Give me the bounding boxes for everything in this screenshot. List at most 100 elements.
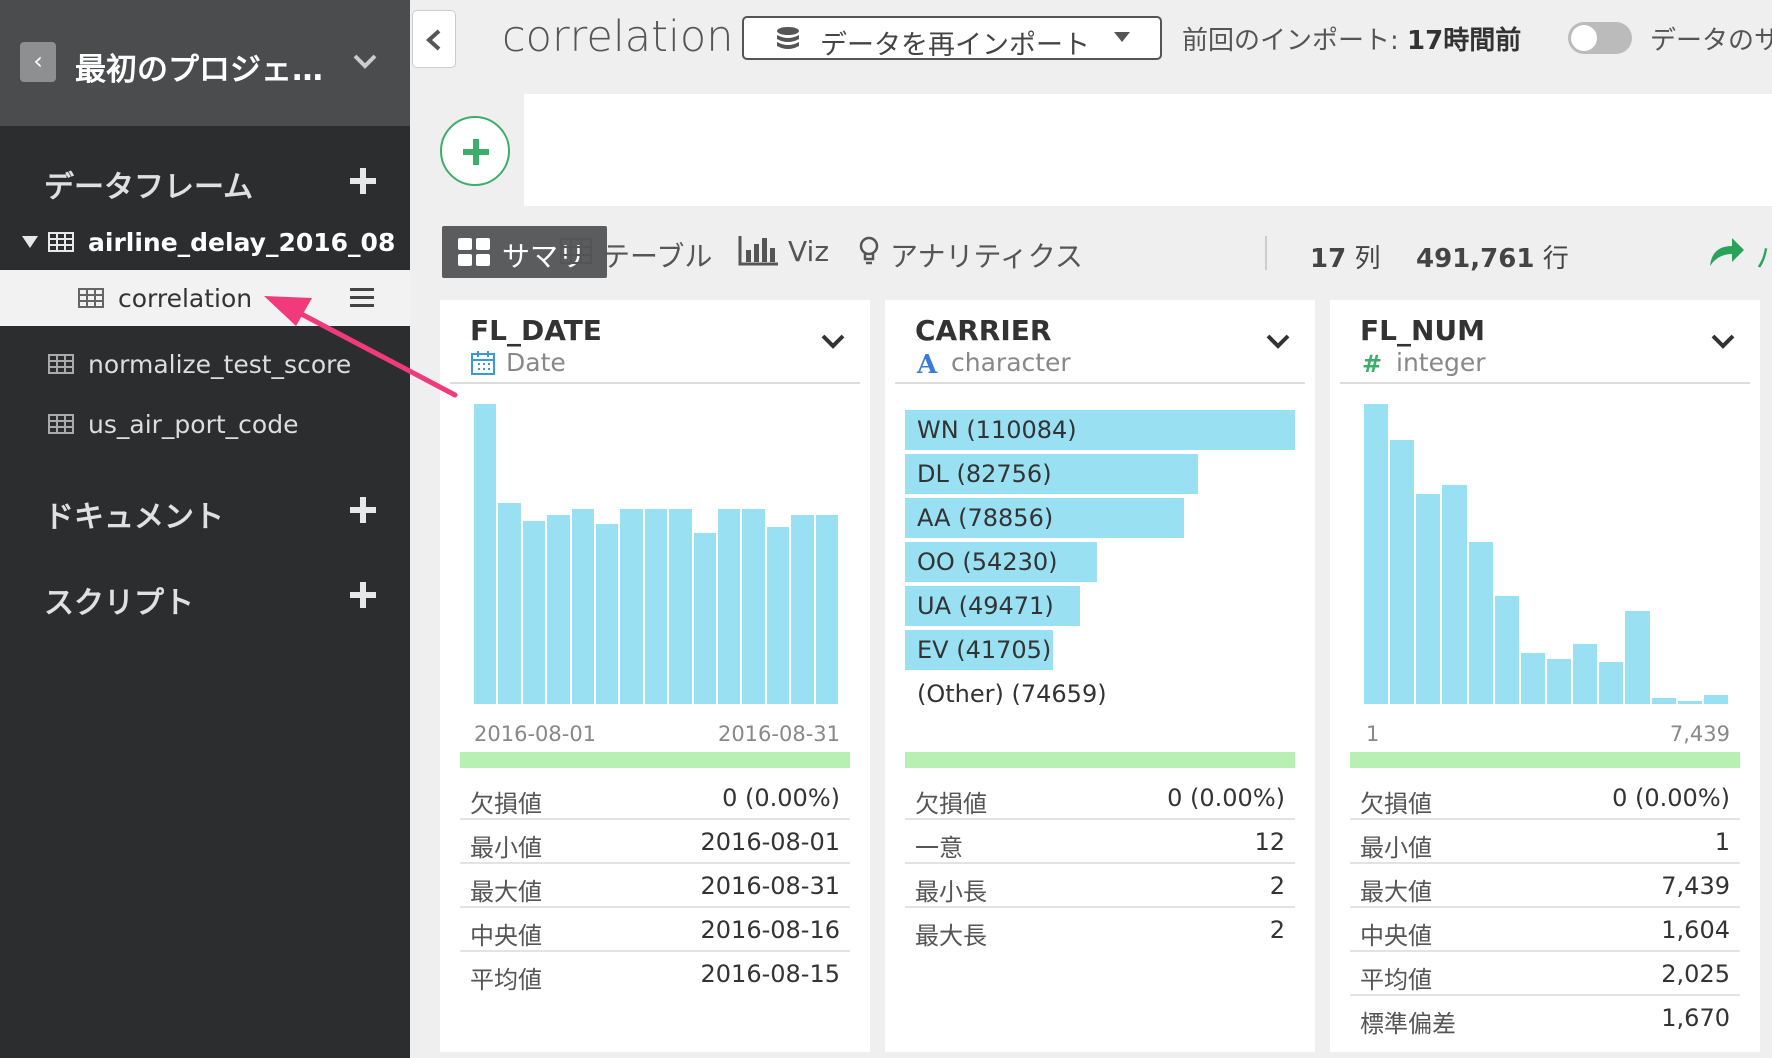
histogram-bar <box>1494 596 1519 704</box>
stat-key: 最小長 <box>915 878 987 906</box>
histogram <box>1364 404 1728 704</box>
stat-key: 最大長 <box>915 922 987 950</box>
stat-key: 最小値 <box>470 834 542 862</box>
column-card-carrier: CARRIER A character WN (110084) DL (82756… <box>885 300 1315 1052</box>
add-step-button[interactable] <box>440 116 510 186</box>
last-import-prefix: 前回のインポート: <box>1182 26 1408 56</box>
sync-toggle[interactable] <box>1568 22 1632 54</box>
category-bar[interactable]: WN (110084) <box>905 410 1295 450</box>
stat-value: 2,025 <box>1661 960 1730 988</box>
stat-key: 欠損値 <box>1360 790 1432 818</box>
section-dataframes: データフレーム <box>44 170 254 205</box>
collapse-sidebar-button[interactable] <box>412 10 456 68</box>
histogram-bar <box>498 503 521 704</box>
tab-table-label: テーブル <box>602 240 713 273</box>
histogram-bar <box>1677 701 1702 704</box>
histogram-bar <box>522 521 546 704</box>
histogram-bar <box>669 509 692 704</box>
stat-value: 0 (0.00%) <box>1167 784 1285 812</box>
database-icon <box>777 27 799 49</box>
axis-max-label: 2016-08-31 <box>717 722 840 746</box>
histogram-bar <box>1364 404 1389 704</box>
svg-text:A: A <box>916 350 938 376</box>
stat-row: 最小長 2 <box>905 864 1295 908</box>
stat-row: 中央値 1,604 <box>1350 908 1740 952</box>
category-bar[interactable]: DL (82756) <box>905 454 1295 494</box>
chevron-down-icon[interactable] <box>820 330 846 352</box>
caret-down-icon <box>1114 32 1130 42</box>
add-dataframe-icon[interactable] <box>350 168 376 194</box>
histogram-bar <box>815 515 838 704</box>
category-bar[interactable]: EV (41705) <box>905 630 1295 670</box>
histogram-bar <box>718 509 741 704</box>
chevron-down-icon[interactable] <box>1710 330 1736 352</box>
stat-row: 最小値 2016-08-01 <box>460 820 850 864</box>
stat-key: 欠損値 <box>915 790 987 818</box>
integer-icon: # <box>1362 350 1382 376</box>
table-icon <box>48 354 74 374</box>
top-bar: correlation データを再インポート 前回のインポート: 17時間前 デ… <box>410 0 1772 80</box>
histogram-bar <box>1520 653 1545 704</box>
column-name: FL_DATE <box>470 314 602 347</box>
category-bar[interactable]: OO (54230) <box>905 542 1295 582</box>
add-document-icon[interactable] <box>350 497 376 523</box>
stat-row: 平均値 2016-08-15 <box>460 952 850 996</box>
histogram-bar <box>1651 698 1676 704</box>
annotation-arrow <box>264 296 458 398</box>
view-tabs: サマリ テーブル Viz アナリティクス 17 列 491,761 行 パ <box>410 222 1772 282</box>
column-type: integer <box>1396 348 1486 377</box>
column-count-value: 17 <box>1310 244 1347 274</box>
stat-row: 最大値 7,439 <box>1350 864 1740 908</box>
chevron-down-icon[interactable] <box>1265 330 1291 352</box>
category-label: AA (78856) <box>917 504 1054 532</box>
tab-analytics[interactable]: アナリティクス <box>858 226 1098 278</box>
parent-dataframe-label: airline_delay_2016_08 <box>88 228 396 257</box>
column-count-unit: 列 <box>1354 244 1381 274</box>
grid-icon <box>458 238 490 266</box>
stat-value: 2016-08-31 <box>700 872 840 900</box>
reimport-button[interactable]: データを再インポート <box>742 16 1162 61</box>
share-arrow-icon[interactable] <box>1706 234 1746 268</box>
column-count: 17 列 <box>1310 238 1380 275</box>
valid-data-bar <box>1350 752 1740 768</box>
tab-table[interactable]: テーブル <box>560 226 730 278</box>
column-card-fl-num: FL_NUM # integer 1 7,439 欠損値 0 (0.00%) 最小値… <box>1330 300 1760 1052</box>
table-icon <box>78 288 104 308</box>
stat-value: 1 <box>1714 828 1730 856</box>
row-count-unit: 行 <box>1542 244 1569 274</box>
project-header[interactable]: ‹ 最初のプロジェ… <box>0 0 410 126</box>
project-name[interactable]: 最初のプロジェ… <box>75 44 323 89</box>
histogram-bar <box>1599 662 1624 704</box>
tree-item-parent-dataframe[interactable]: airline_delay_2016_08 <box>0 214 410 270</box>
step-area <box>524 94 1772 206</box>
histogram-bar <box>791 515 814 704</box>
histogram-bar <box>1547 659 1572 704</box>
category-bar[interactable]: AA (78856) <box>905 498 1295 538</box>
histogram <box>474 404 838 704</box>
axis-min-label: 1 <box>1366 722 1380 746</box>
add-script-icon[interactable] <box>350 582 376 608</box>
tab-analytics-label: アナリティクス <box>890 240 1083 273</box>
table-icon <box>48 232 74 252</box>
table-icon <box>560 238 592 264</box>
category-bar[interactable]: (Other) (74659) <box>905 674 1295 714</box>
back-button[interactable]: ‹ <box>20 42 56 82</box>
share-label[interactable]: パ <box>1756 236 1772 276</box>
caret-down-icon[interactable] <box>22 236 38 248</box>
divider <box>1265 236 1267 270</box>
tab-viz[interactable]: Viz <box>738 226 838 278</box>
histogram-bar <box>596 524 619 704</box>
stat-value: 1,670 <box>1661 1004 1730 1032</box>
chevron-down-icon[interactable] <box>352 48 378 74</box>
reimport-label: データを再インポート <box>820 30 1090 61</box>
stat-row: 最小値 1 <box>1350 820 1740 864</box>
column-card-fl-date: FL_DATE Date 2016-08-01 2016-08-31 欠損値 0 … <box>440 300 870 1052</box>
category-bar[interactable]: UA (49471) <box>905 586 1295 626</box>
histogram-bar <box>547 515 570 704</box>
stat-value: 2016-08-16 <box>700 916 840 944</box>
stat-key: 標準偏差 <box>1360 1010 1456 1038</box>
tab-viz-label: Viz <box>788 235 830 268</box>
stat-row: 中央値 2016-08-16 <box>460 908 850 952</box>
stat-value: 0 (0.00%) <box>1612 784 1730 812</box>
stat-value: 7,439 <box>1661 872 1730 900</box>
